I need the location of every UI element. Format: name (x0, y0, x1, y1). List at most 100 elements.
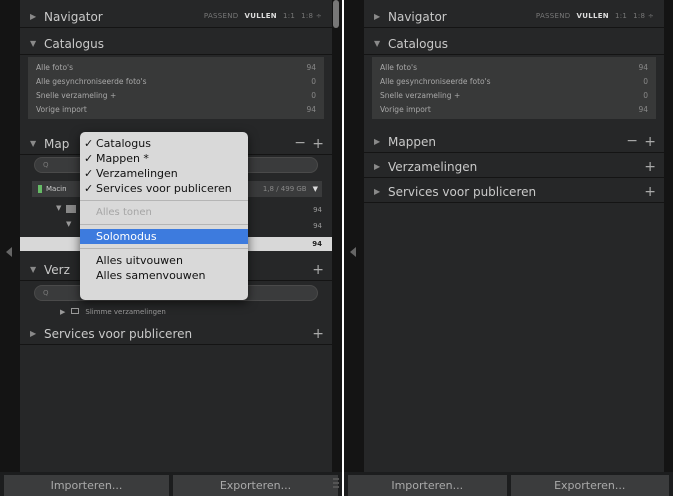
left-collapse-edge[interactable] (0, 0, 20, 496)
plus-icon[interactable]: + (312, 262, 324, 278)
zoom-1to1-option[interactable]: 1:1 (283, 12, 295, 20)
right-panel-content: ▶ Navigator PASSEND VULLEN 1:1 1:8 ÷ ▼ C… (364, 0, 664, 496)
zoom-custom-option[interactable]: 1:8 ÷ (301, 12, 322, 20)
list-item[interactable]: Alle foto's 94 (372, 60, 656, 74)
verzamelingen-title: Verz (44, 262, 70, 277)
zoom-1to1-option[interactable]: 1:1 (615, 12, 627, 20)
menu-item-label: Services voor publiceren (96, 182, 232, 195)
verzamelingen-header[interactable]: ▶ Verzamelingen + (364, 156, 664, 178)
services-title: Services voor publiceren (44, 326, 193, 341)
folder-icon (66, 205, 76, 213)
item-count: 94 (638, 104, 648, 114)
menu-item-label: Mappen * (96, 152, 149, 165)
list-item[interactable]: Vorige import 94 (28, 102, 324, 116)
services-header[interactable]: ▶ Services voor publiceren + (20, 323, 332, 345)
button-bar: Importeren... Exporteren... (344, 472, 673, 496)
smart-collection-icon (71, 308, 80, 314)
mappen-header[interactable]: ▶ Mappen − + (364, 131, 664, 153)
item-label: Alle foto's (380, 62, 418, 72)
export-button[interactable]: Exporteren... (510, 475, 669, 496)
list-item[interactable]: Alle gesynchroniseerde foto's 0 (372, 74, 656, 88)
smart-collections-label: Slimme verzamelingen (85, 308, 166, 316)
menu-item-catalogus[interactable]: ✓ Catalogus (80, 136, 248, 151)
scrollbar[interactable] (333, 0, 339, 28)
navigator-header[interactable]: ▶ Navigator PASSEND VULLEN 1:1 1:8 ÷ (364, 6, 664, 28)
item-label: Alle gesynchroniseerde foto's (380, 76, 491, 86)
collapse-arrow-icon: ▼ (30, 39, 37, 48)
menu-separator (80, 248, 248, 249)
list-item[interactable]: Alle gesynchroniseerde foto's 0 (28, 74, 324, 88)
plus-icon[interactable]: + (644, 134, 656, 150)
minus-icon[interactable]: − (294, 135, 306, 151)
volume-status-icon (38, 185, 42, 193)
zoom-fit-option[interactable]: PASSEND (536, 12, 571, 20)
left-collapse-edge[interactable] (344, 0, 364, 496)
checkmark-icon: ✓ (84, 182, 94, 195)
export-button[interactable]: Exporteren... (173, 475, 338, 496)
item-count: 94 (306, 62, 316, 72)
list-item[interactable]: Snelle verzameling + 0 (372, 88, 656, 102)
chevron-down-icon[interactable]: ▼ (313, 185, 318, 193)
collapse-arrow-icon: ▼ (374, 39, 381, 48)
right-panel: ▶ Navigator PASSEND VULLEN 1:1 1:8 ÷ ▼ C… (344, 0, 673, 496)
expand-arrow-icon: ▶ (374, 12, 381, 21)
checkmark-icon: ✓ (84, 152, 94, 165)
expand-arrow-icon: ▶ (374, 187, 381, 196)
menu-item-show-all: Alles tonen (96, 207, 152, 218)
smart-collections-row[interactable]: ▶ Slimme verzamelingen (60, 308, 166, 316)
right-edge (332, 0, 342, 496)
menu-item-collapse-all[interactable]: Alles samenvouwen (80, 268, 248, 283)
left-panel: ▶ Navigator PASSEND VULLEN 1:1 1:8 ÷ ▼ C… (0, 0, 342, 496)
plus-icon[interactable]: + (644, 184, 656, 200)
expand-arrow-icon: ▶ (374, 137, 381, 146)
expand-arrow-icon: ▼ (66, 220, 72, 228)
navigator-title: Navigator (388, 9, 447, 24)
zoom-fill-option[interactable]: VULLEN (245, 12, 277, 20)
folder-count: 94 (313, 222, 322, 230)
collapse-arrow-icon: ▼ (30, 265, 37, 274)
volume-name: Macin (46, 185, 67, 193)
menu-item-solo-mode[interactable]: Solomodus (80, 229, 248, 244)
plus-icon[interactable]: + (644, 159, 656, 175)
catalogus-list: Alle foto's 94 Alle gesynchroniseerde fot… (372, 57, 656, 119)
panel-context-menu: ✓ Catalogus ✓ Mappen * ✓ Verzamelingen ✓ Ser… (80, 132, 248, 300)
menu-item-mappen[interactable]: ✓ Mappen * (80, 151, 248, 166)
zoom-custom-option[interactable]: 1:8 ÷ (633, 12, 654, 20)
menu-item-verzamelingen[interactable]: ✓ Verzamelingen (80, 166, 248, 181)
plus-icon[interactable]: + (312, 136, 324, 152)
expand-arrow-icon: ▼ (56, 204, 62, 212)
item-label: Vorige import (36, 104, 87, 114)
catalogus-title: Catalogus (388, 36, 448, 51)
item-count: 94 (306, 104, 316, 114)
item-label: Snelle verzameling + (36, 90, 117, 100)
list-item[interactable]: Vorige import 94 (372, 102, 656, 116)
volume-size: 1,8 / 499 GB (262, 185, 307, 193)
menu-item-expand-all[interactable]: Alles uitvouwen (80, 253, 248, 268)
verzamelingen-title: Verzamelingen (388, 159, 478, 174)
zoom-options: PASSEND VULLEN 1:1 1:8 ÷ (536, 12, 654, 20)
catalogus-header[interactable]: ▼ Catalogus (20, 33, 332, 55)
services-header[interactable]: ▶ Services voor publiceren + (364, 181, 664, 203)
list-item[interactable]: Alle foto's 94 (28, 60, 324, 74)
expand-arrow-icon: ▶ (30, 329, 37, 338)
navigator-header[interactable]: ▶ Navigator PASSEND VULLEN 1:1 1:8 ÷ (20, 6, 332, 28)
menu-item-services[interactable]: ✓ Services voor publiceren (80, 181, 248, 196)
expand-arrow-icon: ▶ (30, 12, 37, 21)
folder-count: 94 (312, 240, 322, 248)
expand-arrow-icon: ▶ (60, 308, 66, 316)
item-label: Snelle verzameling + (380, 90, 461, 100)
plus-icon[interactable]: + (312, 326, 324, 342)
list-item[interactable]: Snelle verzameling + 0 (28, 88, 324, 102)
zoom-fit-option[interactable]: PASSEND (204, 12, 239, 20)
catalogus-header[interactable]: ▼ Catalogus (364, 33, 664, 55)
item-label: Alle foto's (36, 62, 74, 72)
minus-icon[interactable]: − (626, 133, 638, 149)
zoom-fill-option[interactable]: VULLEN (577, 12, 609, 20)
item-count: 94 (638, 62, 648, 72)
import-button[interactable]: Importeren... (4, 475, 169, 496)
mappen-title: Map (44, 136, 70, 151)
grip-handle-icon[interactable] (333, 478, 339, 492)
import-button[interactable]: Importeren... (348, 475, 507, 496)
item-count: 0 (643, 90, 648, 100)
mappen-title: Mappen (388, 134, 436, 149)
